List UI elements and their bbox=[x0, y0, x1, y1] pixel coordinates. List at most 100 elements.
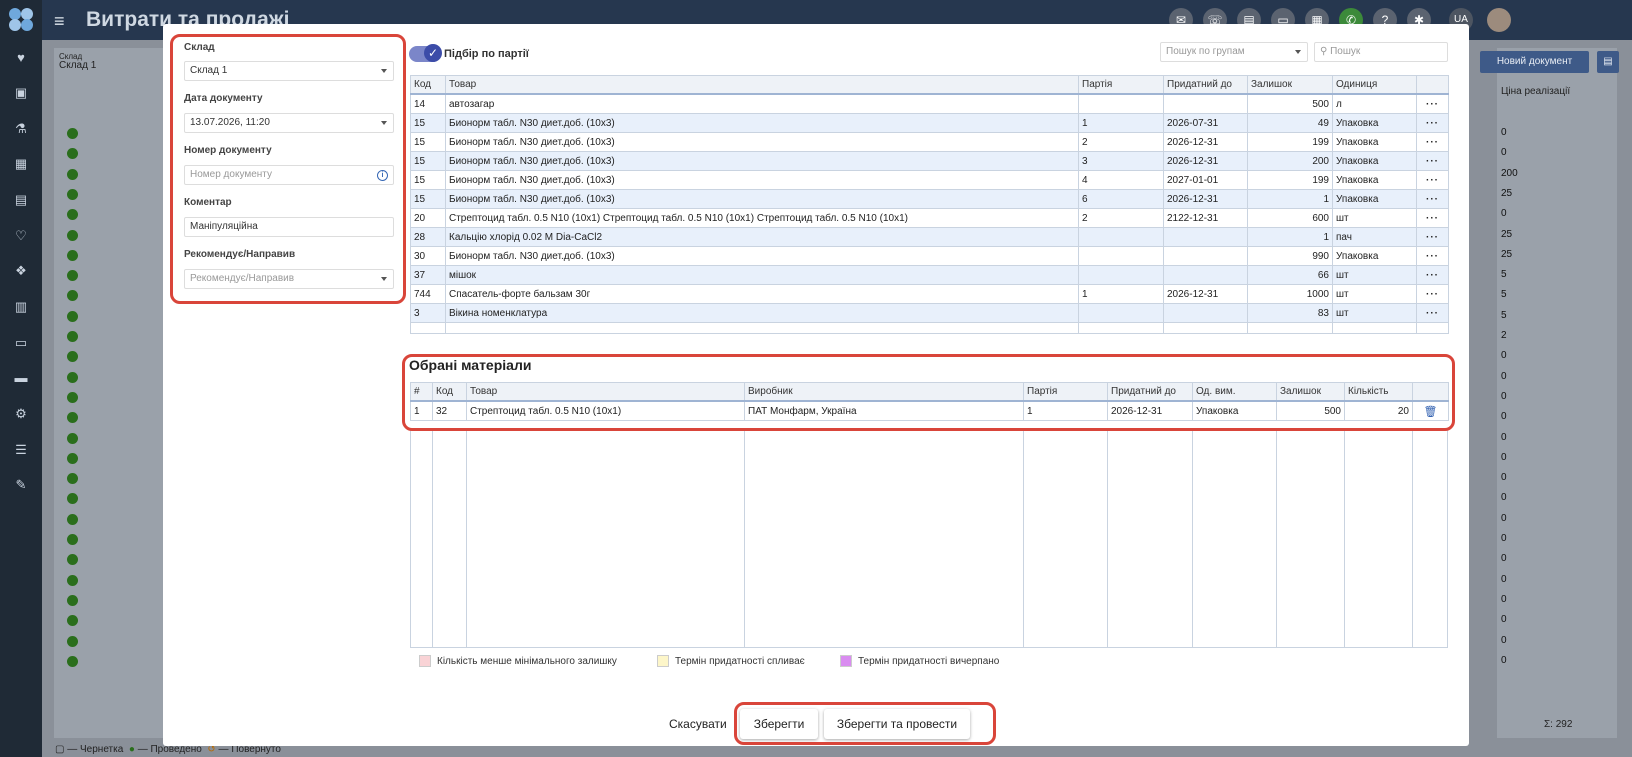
more-options-icon[interactable]: ··· bbox=[1416, 303, 1449, 323]
more-options-icon[interactable]: ··· bbox=[1416, 170, 1449, 190]
more-options-icon[interactable]: ··· bbox=[1416, 93, 1449, 114]
more-options-icon[interactable]: ··· bbox=[1416, 189, 1449, 209]
cell-code: 15 bbox=[410, 113, 446, 133]
col-stock[interactable]: Залишок bbox=[1276, 382, 1345, 402]
col-manufacturer[interactable]: Виробник bbox=[744, 382, 1024, 402]
col-stock[interactable]: Залишок bbox=[1247, 75, 1333, 95]
product-row[interactable]: 15 Бионорм табл. N30 диет.доб. (10х3) 4 202… bbox=[410, 170, 1449, 190]
product-row[interactable]: 15 Бионорм табл. N30 диет.доб. (10х3) 3 202… bbox=[410, 151, 1449, 171]
more-options-icon[interactable]: ··· bbox=[1416, 265, 1449, 285]
cell-maker: ПАТ Монфарм, Україна bbox=[744, 400, 1024, 421]
heart-icon[interactable]: ♥ bbox=[13, 51, 29, 65]
table-icon[interactable]: ☰ bbox=[13, 443, 29, 457]
number-label: Номер документу bbox=[184, 145, 272, 156]
recommender-select[interactable]: Рекомендує/Направив bbox=[184, 269, 394, 289]
product-row[interactable]: 15 Бионорм табл. N30 диет.доб. (10х3) 1 202… bbox=[410, 113, 1449, 133]
heartbeat-icon[interactable]: ♡ bbox=[13, 229, 29, 243]
cell-stock: 200 bbox=[1247, 151, 1333, 171]
more-options-icon[interactable]: ··· bbox=[1416, 132, 1449, 152]
col-product[interactable]: Товар bbox=[466, 382, 745, 402]
search-input[interactable]: ⚲ Пошук bbox=[1314, 42, 1448, 62]
date-label: Дата документу bbox=[184, 93, 263, 104]
product-row[interactable]: 30 Бионорм табл. N30 диет.доб. (10х3) 990 У… bbox=[410, 246, 1449, 266]
product-row[interactable]: 744 Спасатель-форте бальзам 30г 1 2026-12-3… bbox=[410, 284, 1449, 304]
document-icon[interactable]: ▤ bbox=[13, 193, 29, 207]
new-document-button[interactable]: Новий документ bbox=[1480, 51, 1589, 73]
contact-card-icon[interactable]: ▣ bbox=[13, 86, 29, 100]
hamburger-menu-icon[interactable]: ≡ bbox=[54, 11, 65, 32]
product-row[interactable]: 15 Бионорм табл. N30 диет.доб. (10х3) 6 202… bbox=[410, 189, 1449, 209]
cell-expiry bbox=[1163, 93, 1248, 114]
more-options-icon[interactable]: ··· bbox=[1416, 208, 1449, 228]
more-options-icon[interactable]: ··· bbox=[1416, 284, 1449, 304]
money-icon[interactable]: ▬ bbox=[13, 371, 29, 385]
status-check-icon bbox=[67, 513, 78, 525]
product-row[interactable]: 14 автозагар 500 л ··· bbox=[410, 93, 1449, 114]
comment-input[interactable]: Маніпуляційна bbox=[184, 217, 394, 237]
info-icon[interactable]: i bbox=[377, 170, 388, 181]
selected-row[interactable]: 1 32 Стрептоцид табл. 0.5 N10 (10х1) ПАТ Мо… bbox=[410, 400, 1449, 421]
col-unit[interactable]: Одиниця bbox=[1332, 75, 1417, 95]
cell-expiry: 2026-12-31 bbox=[1163, 284, 1248, 304]
more-options-icon[interactable]: ··· bbox=[1416, 113, 1449, 133]
more-options-icon[interactable]: ··· bbox=[1416, 151, 1449, 171]
settings-icon[interactable]: ⚙ bbox=[13, 407, 29, 421]
col-batch[interactable]: Партія bbox=[1023, 382, 1108, 402]
bg-price-value: 0 bbox=[1501, 553, 1507, 565]
col-code[interactable]: Код bbox=[410, 75, 446, 95]
selected-table-empty-area bbox=[410, 430, 1448, 648]
col-batch[interactable]: Партія bbox=[1078, 75, 1164, 95]
col-unit[interactable]: Од. вим. bbox=[1192, 382, 1277, 402]
selected-materials-title: Обрані матеріали bbox=[409, 357, 532, 373]
note-icon[interactable]: ✎ bbox=[13, 478, 29, 492]
warehouse-label: Склад bbox=[184, 42, 215, 53]
cancel-button[interactable]: Скасувати bbox=[669, 717, 727, 731]
product-row[interactable]: 28 Кальцію хлорід 0.02 М Dia-CaCl2 1 пач ··· bbox=[410, 227, 1449, 247]
bg-price-value: 0 bbox=[1501, 512, 1507, 524]
product-row[interactable]: 3 Вікина номенклатура 83 шт ··· bbox=[410, 303, 1449, 323]
group-search-select[interactable]: Пошук по групам bbox=[1160, 42, 1308, 62]
more-options-icon[interactable]: ··· bbox=[1416, 246, 1449, 266]
cell-stock: 500 bbox=[1276, 400, 1345, 421]
comment-label: Коментар bbox=[184, 197, 232, 208]
save-and-post-button[interactable]: Зберегти та провести bbox=[824, 709, 970, 739]
avatar[interactable] bbox=[1487, 8, 1511, 32]
delete-row-cell: 🗑 bbox=[1412, 400, 1449, 421]
trash-icon[interactable]: 🗑 bbox=[1424, 406, 1438, 418]
save-button[interactable]: Зберегти bbox=[740, 709, 818, 739]
document-number-input[interactable]: Номер документу i bbox=[184, 165, 394, 185]
more-options-icon[interactable]: ··· bbox=[1416, 227, 1449, 247]
date-picker[interactable]: 13.07.2026, 11:20 bbox=[184, 113, 394, 133]
status-check-icon bbox=[67, 635, 78, 647]
app-logo bbox=[9, 8, 33, 31]
product-row[interactable]: 37 мішок 66 шт ··· bbox=[410, 265, 1449, 285]
warehouse-select[interactable]: Склад 1 bbox=[184, 61, 394, 81]
product-row[interactable]: 15 Бионорм табл. N30 диет.доб. (10х3) 2 202… bbox=[410, 132, 1449, 152]
cell-expiry bbox=[1163, 303, 1248, 323]
background-right-grid bbox=[1497, 48, 1617, 738]
flask-icon[interactable]: ⚗ bbox=[13, 122, 29, 136]
cell-batch bbox=[1078, 93, 1164, 114]
bg-price-value: 0 bbox=[1501, 147, 1507, 159]
bg-price-value: 0 bbox=[1501, 614, 1507, 626]
col-product[interactable]: Товар bbox=[445, 75, 1079, 95]
col-expiry[interactable]: Придатний до bbox=[1163, 75, 1248, 95]
status-check-icon bbox=[67, 452, 78, 464]
book-icon[interactable]: ▥ bbox=[13, 300, 29, 314]
cubes-icon[interactable]: ❖ bbox=[13, 264, 29, 278]
cell-qty[interactable]: 20 bbox=[1344, 400, 1413, 421]
col-code[interactable]: Код bbox=[432, 382, 467, 402]
col-expiry[interactable]: Придатний до bbox=[1107, 382, 1193, 402]
export-button[interactable]: ▤ bbox=[1597, 51, 1619, 73]
cell-batch bbox=[1078, 303, 1164, 323]
product-row[interactable]: 20 Стрептоцид табл. 0.5 N10 (10х1) Стрепт… bbox=[410, 208, 1449, 228]
cell-code: 37 bbox=[410, 265, 446, 285]
calendar-icon[interactable]: ▦ bbox=[13, 157, 29, 171]
status-check-icon bbox=[67, 128, 78, 139]
folder-icon[interactable]: ▭ bbox=[13, 336, 29, 350]
cell-code: 15 bbox=[410, 189, 446, 209]
batch-toggle[interactable]: ✓ bbox=[409, 44, 442, 62]
bg-price-value: 0 bbox=[1501, 431, 1507, 443]
col-quantity[interactable]: Кількість bbox=[1344, 382, 1413, 402]
cell-stock: 1000 bbox=[1247, 284, 1333, 304]
